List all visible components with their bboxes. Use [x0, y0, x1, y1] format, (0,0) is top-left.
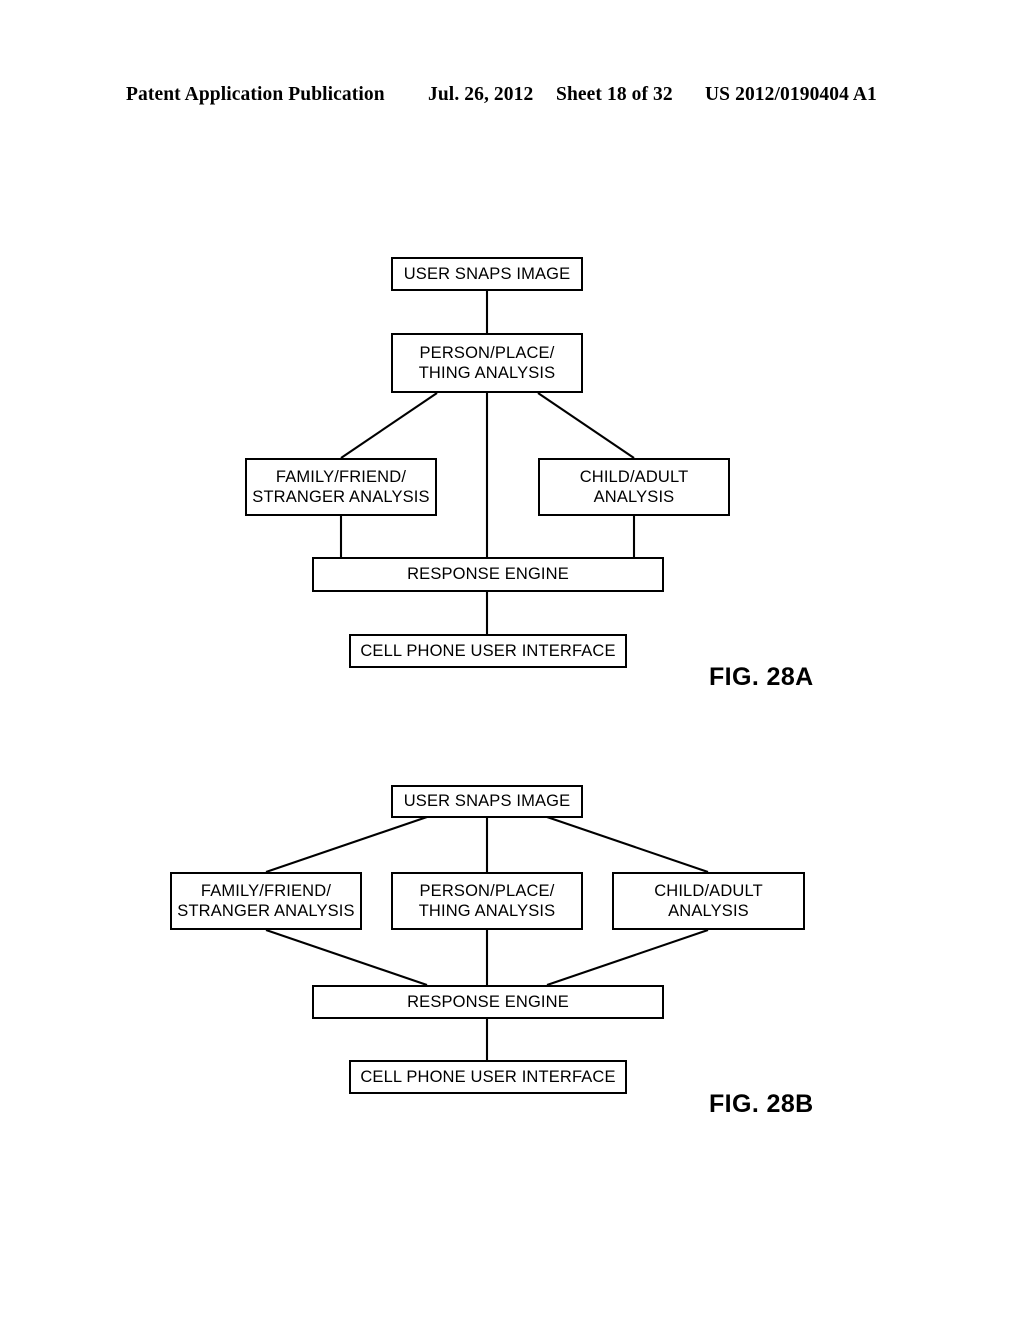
fig-28b-node-child-adult-analysis: CHILD/ADULT ANALYSIS — [612, 872, 805, 930]
fig-28b-node-response-engine: RESPONSE ENGINE — [312, 985, 664, 1019]
fig-28a-node-child-adult-analysis: CHILD/ADULT ANALYSIS — [538, 458, 730, 516]
connector-a-ppt-to-child — [537, 392, 635, 459]
header-patent-number: US 2012/0190404 A1 — [705, 84, 877, 105]
connector-a-ppt-to-family — [340, 392, 438, 459]
fig-28b-node-family-friend-stranger-analysis: FAMILY/FRIEND/ STRANGER ANALYSIS — [170, 872, 362, 930]
fig-28b-connectors — [265, 816, 709, 1060]
fig-28a-node-cell-phone-user-interface: CELL PHONE USER INTERFACE — [349, 634, 627, 668]
fig-28a-caption: FIG. 28A — [709, 663, 814, 691]
fig-28b-caption: FIG. 28B — [709, 1090, 814, 1118]
fig-28b-node-cell-phone-user-interface: CELL PHONE USER INTERFACE — [349, 1060, 627, 1094]
header-publication-date: Jul. 26, 2012 — [428, 84, 534, 105]
connector-b-family-to-response — [265, 929, 428, 986]
patent-header: Patent Application Publication Jul. 26, … — [0, 84, 1024, 114]
fig-28a-node-user-snaps-image: USER SNAPS IMAGE — [391, 257, 583, 291]
fig-28b-node-person-place-thing-analysis: PERSON/PLACE/ THING ANALYSIS — [391, 872, 583, 930]
connector-b-snap-to-child — [546, 816, 709, 873]
fig-28a-node-person-place-thing-analysis: PERSON/PLACE/ THING ANALYSIS — [391, 333, 583, 393]
fig-28a-node-family-friend-stranger-analysis: FAMILY/FRIEND/ STRANGER ANALYSIS — [245, 458, 437, 516]
header-publication-title: Patent Application Publication — [126, 84, 385, 105]
header-sheet-number: Sheet 18 of 32 — [556, 84, 673, 105]
fig-28a-node-response-engine: RESPONSE ENGINE — [312, 557, 664, 592]
connector-b-child-to-response — [546, 929, 709, 986]
connector-b-snap-to-family — [265, 816, 428, 873]
fig-28b-node-user-snaps-image: USER SNAPS IMAGE — [391, 785, 583, 818]
